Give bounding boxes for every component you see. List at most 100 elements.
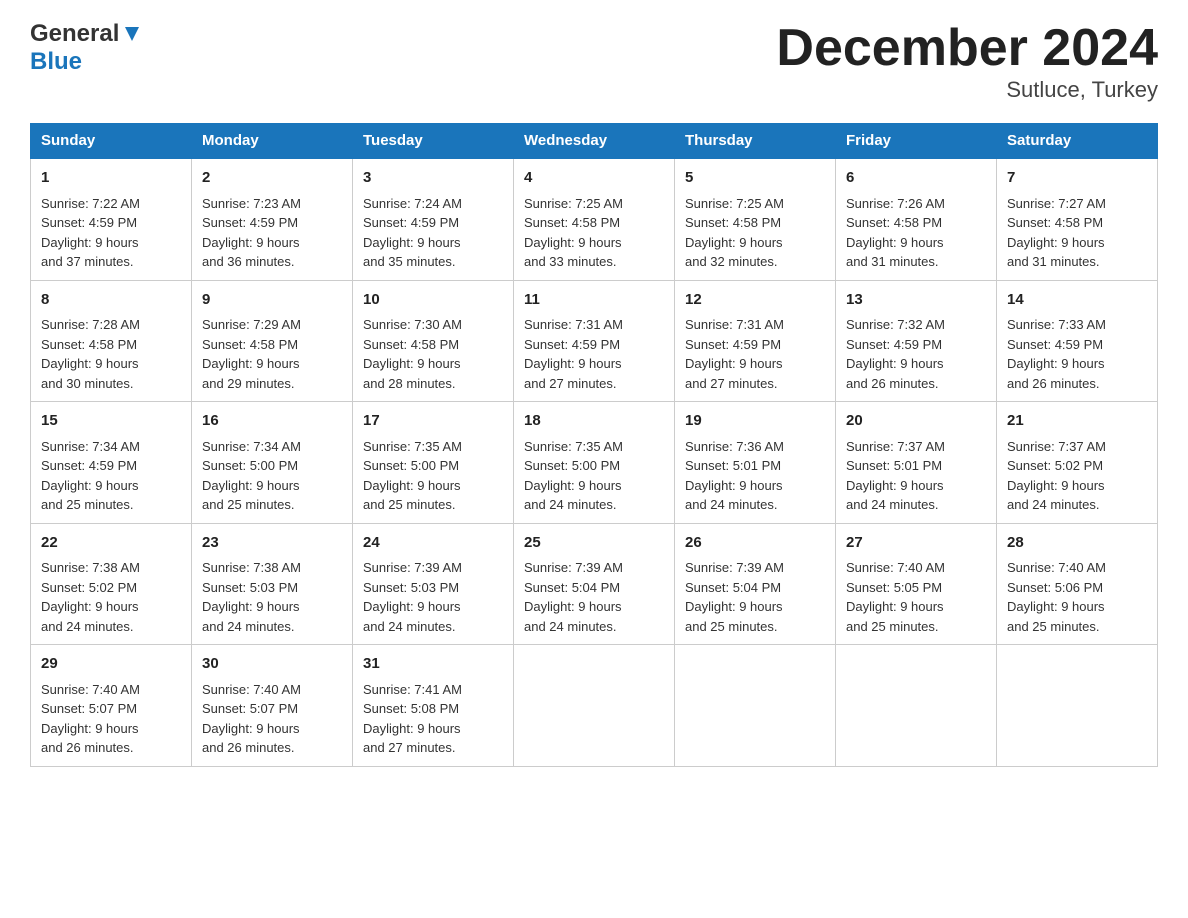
day-info: Sunrise: 7:39 AMSunset: 5:03 PMDaylight:… (363, 560, 462, 634)
title-block: December 2024 Sutluce, Turkey (776, 20, 1158, 103)
day-number: 3 (363, 167, 503, 190)
day-info: Sunrise: 7:35 AMSunset: 5:00 PMDaylight:… (363, 439, 462, 513)
day-info: Sunrise: 7:25 AMSunset: 4:58 PMDaylight:… (524, 196, 623, 270)
calendar-cell: 17 Sunrise: 7:35 AMSunset: 5:00 PMDayligh… (353, 402, 514, 524)
day-info: Sunrise: 7:36 AMSunset: 5:01 PMDaylight:… (685, 439, 784, 513)
day-number: 1 (41, 167, 181, 190)
weekday-header-friday: Friday (836, 124, 997, 159)
calendar-cell: 29 Sunrise: 7:40 AMSunset: 5:07 PMDayligh… (31, 645, 192, 767)
day-info: Sunrise: 7:40 AMSunset: 5:07 PMDaylight:… (202, 682, 301, 756)
calendar-week-row: 29 Sunrise: 7:40 AMSunset: 5:07 PMDayligh… (31, 645, 1158, 767)
calendar-cell: 22 Sunrise: 7:38 AMSunset: 5:02 PMDayligh… (31, 523, 192, 645)
day-info: Sunrise: 7:22 AMSunset: 4:59 PMDaylight:… (41, 196, 140, 270)
day-info: Sunrise: 7:30 AMSunset: 4:58 PMDaylight:… (363, 317, 462, 391)
day-number: 12 (685, 289, 825, 312)
day-number: 14 (1007, 289, 1147, 312)
calendar-cell: 11 Sunrise: 7:31 AMSunset: 4:59 PMDayligh… (514, 280, 675, 402)
calendar-cell: 14 Sunrise: 7:33 AMSunset: 4:59 PMDayligh… (997, 280, 1158, 402)
logo-general-text: General (30, 20, 119, 48)
day-info: Sunrise: 7:39 AMSunset: 5:04 PMDaylight:… (524, 560, 623, 634)
day-info: Sunrise: 7:37 AMSunset: 5:02 PMDaylight:… (1007, 439, 1106, 513)
calendar-week-row: 8Sunrise: 7:28 AMSunset: 4:58 PMDaylight… (31, 280, 1158, 402)
calendar-cell: 1 Sunrise: 7:22 AMSunset: 4:59 PMDaylight… (31, 158, 192, 280)
day-info: Sunrise: 7:33 AMSunset: 4:59 PMDaylight:… (1007, 317, 1106, 391)
day-number: 29 (41, 653, 181, 676)
day-info: Sunrise: 7:39 AMSunset: 5:04 PMDaylight:… (685, 560, 784, 634)
weekday-header-thursday: Thursday (675, 124, 836, 159)
day-number: 20 (846, 410, 986, 433)
logo-blue-text: Blue (30, 48, 82, 76)
calendar-cell: 31 Sunrise: 7:41 AMSunset: 5:08 PMDayligh… (353, 645, 514, 767)
day-number: 18 (524, 410, 664, 433)
page-header: General Blue December 2024 Sutluce, Turk… (30, 20, 1158, 103)
calendar-cell: 6 Sunrise: 7:26 AMSunset: 4:58 PMDaylight… (836, 158, 997, 280)
day-info: Sunrise: 7:38 AMSunset: 5:02 PMDaylight:… (41, 560, 140, 634)
day-number: 30 (202, 653, 342, 676)
day-info: Sunrise: 7:23 AMSunset: 4:59 PMDaylight:… (202, 196, 301, 270)
calendar-cell: 30 Sunrise: 7:40 AMSunset: 5:07 PMDayligh… (192, 645, 353, 767)
day-number: 25 (524, 532, 664, 555)
calendar-cell: 19 Sunrise: 7:36 AMSunset: 5:01 PMDayligh… (675, 402, 836, 524)
calendar-cell (675, 645, 836, 767)
weekday-header-wednesday: Wednesday (514, 124, 675, 159)
calendar-week-row: 1 Sunrise: 7:22 AMSunset: 4:59 PMDaylight… (31, 158, 1158, 280)
calendar-cell: 23Sunrise: 7:38 AMSunset: 5:03 PMDayligh… (192, 523, 353, 645)
day-info: Sunrise: 7:27 AMSunset: 4:58 PMDaylight:… (1007, 196, 1106, 270)
logo: General Blue (30, 20, 143, 76)
calendar-cell: 5 Sunrise: 7:25 AMSunset: 4:58 PMDaylight… (675, 158, 836, 280)
calendar-cell: 10Sunrise: 7:30 AMSunset: 4:58 PMDayligh… (353, 280, 514, 402)
day-info: Sunrise: 7:35 AMSunset: 5:00 PMDaylight:… (524, 439, 623, 513)
calendar-cell: 2 Sunrise: 7:23 AMSunset: 4:59 PMDaylight… (192, 158, 353, 280)
day-info: Sunrise: 7:31 AMSunset: 4:59 PMDaylight:… (524, 317, 623, 391)
weekday-header-row: SundayMondayTuesdayWednesdayThursdayFrid… (31, 124, 1158, 159)
calendar-cell: 12Sunrise: 7:31 AMSunset: 4:59 PMDayligh… (675, 280, 836, 402)
calendar-week-row: 15 Sunrise: 7:34 AMSunset: 4:59 PMDayligh… (31, 402, 1158, 524)
day-number: 5 (685, 167, 825, 190)
day-number: 13 (846, 289, 986, 312)
day-number: 19 (685, 410, 825, 433)
day-info: Sunrise: 7:37 AMSunset: 5:01 PMDaylight:… (846, 439, 945, 513)
calendar-cell: 26 Sunrise: 7:39 AMSunset: 5:04 PMDayligh… (675, 523, 836, 645)
calendar-cell: 27Sunrise: 7:40 AMSunset: 5:05 PMDayligh… (836, 523, 997, 645)
calendar-cell: 3 Sunrise: 7:24 AMSunset: 4:59 PMDaylight… (353, 158, 514, 280)
weekday-header-tuesday: Tuesday (353, 124, 514, 159)
day-number: 4 (524, 167, 664, 190)
day-number: 28 (1007, 532, 1147, 555)
calendar-cell (997, 645, 1158, 767)
calendar-cell: 18 Sunrise: 7:35 AMSunset: 5:00 PMDayligh… (514, 402, 675, 524)
day-number: 26 (685, 532, 825, 555)
day-number: 22 (41, 532, 181, 555)
day-number: 6 (846, 167, 986, 190)
calendar-cell: 16Sunrise: 7:34 AMSunset: 5:00 PMDayligh… (192, 402, 353, 524)
day-info: Sunrise: 7:24 AMSunset: 4:59 PMDaylight:… (363, 196, 462, 270)
day-number: 2 (202, 167, 342, 190)
weekday-header-monday: Monday (192, 124, 353, 159)
calendar-cell: 9 Sunrise: 7:29 AMSunset: 4:58 PMDaylight… (192, 280, 353, 402)
day-info: Sunrise: 7:40 AMSunset: 5:07 PMDaylight:… (41, 682, 140, 756)
day-info: Sunrise: 7:40 AMSunset: 5:05 PMDaylight:… (846, 560, 945, 634)
calendar-cell: 8Sunrise: 7:28 AMSunset: 4:58 PMDaylight… (31, 280, 192, 402)
calendar-cell: 15 Sunrise: 7:34 AMSunset: 4:59 PMDayligh… (31, 402, 192, 524)
day-info: Sunrise: 7:41 AMSunset: 5:08 PMDaylight:… (363, 682, 462, 756)
weekday-header-saturday: Saturday (997, 124, 1158, 159)
day-info: Sunrise: 7:26 AMSunset: 4:58 PMDaylight:… (846, 196, 945, 270)
calendar-cell: 28Sunrise: 7:40 AMSunset: 5:06 PMDayligh… (997, 523, 1158, 645)
calendar-cell: 20 Sunrise: 7:37 AMSunset: 5:01 PMDayligh… (836, 402, 997, 524)
calendar-cell: 21Sunrise: 7:37 AMSunset: 5:02 PMDayligh… (997, 402, 1158, 524)
day-number: 9 (202, 289, 342, 312)
calendar-cell: 7Sunrise: 7:27 AMSunset: 4:58 PMDaylight… (997, 158, 1158, 280)
day-number: 15 (41, 410, 181, 433)
day-info: Sunrise: 7:34 AMSunset: 4:59 PMDaylight:… (41, 439, 140, 513)
day-number: 31 (363, 653, 503, 676)
day-info: Sunrise: 7:29 AMSunset: 4:58 PMDaylight:… (202, 317, 301, 391)
location-subtitle: Sutluce, Turkey (776, 77, 1158, 103)
day-info: Sunrise: 7:25 AMSunset: 4:58 PMDaylight:… (685, 196, 784, 270)
calendar-cell: 25 Sunrise: 7:39 AMSunset: 5:04 PMDayligh… (514, 523, 675, 645)
calendar-cell: 24 Sunrise: 7:39 AMSunset: 5:03 PMDayligh… (353, 523, 514, 645)
day-info: Sunrise: 7:32 AMSunset: 4:59 PMDaylight:… (846, 317, 945, 391)
day-info: Sunrise: 7:38 AMSunset: 5:03 PMDaylight:… (202, 560, 301, 634)
day-number: 17 (363, 410, 503, 433)
day-number: 24 (363, 532, 503, 555)
day-number: 11 (524, 289, 664, 312)
weekday-header-sunday: Sunday (31, 124, 192, 159)
